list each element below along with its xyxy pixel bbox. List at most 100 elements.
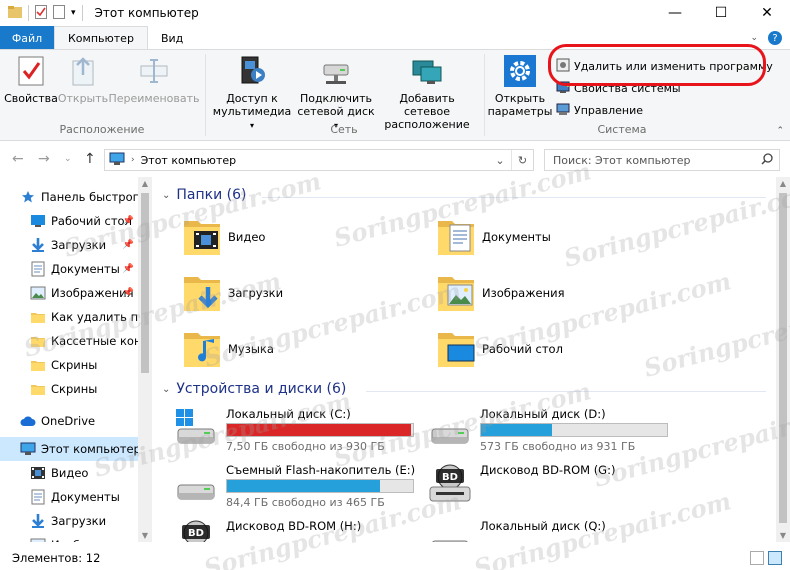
scroll-down-arrow-icon[interactable]: ▼: [138, 531, 152, 540]
customize-quick-access-chevron-icon[interactable]: ▾: [71, 8, 76, 18]
folder-item[interactable]: Загрузки: [182, 271, 283, 315]
sidebar-item[interactable]: Как удалить программу: [0, 305, 138, 329]
drive-item[interactable]: Локальный диск (D:) 573 ГБ свободно из 93…: [428, 407, 668, 453]
drive-free-space: 7,50 ГБ свободно из 930 ГБ: [226, 440, 385, 453]
sidebar-item[interactable]: Изображения: [0, 533, 138, 542]
back-arrow-icon[interactable]: ←: [12, 151, 24, 167]
sidebar-item-label: Скрины: [51, 382, 98, 396]
ribbon-group-network: Доступ к мультимедиа ▾ Подключить сетево…: [206, 50, 482, 140]
bd-rom-icon: BD: [174, 519, 218, 542]
rename-button[interactable]: Переименовать: [108, 54, 200, 105]
drive-usage-bar: [480, 423, 668, 437]
svg-text:BD: BD: [188, 528, 204, 539]
drive-item[interactable]: Локальный диск (C:) 7,50 ГБ свободно из 9…: [174, 407, 414, 453]
refresh-icon[interactable]: ↻: [511, 150, 533, 170]
address-path[interactable]: Этот компьютер: [141, 154, 237, 167]
folder-item[interactable]: Видео: [182, 215, 265, 259]
collapse-chevron-icon[interactable]: ⌄: [162, 384, 170, 395]
scroll-up-arrow-icon[interactable]: ▲: [138, 179, 152, 188]
drive-usage-fill: [481, 424, 552, 436]
search-box[interactable]: Поиск: Этот компьютер: [544, 149, 780, 171]
sidebar-item[interactable]: Рабочий стол 📌: [0, 209, 138, 233]
sidebar-item[interactable]: Документы: [0, 485, 138, 509]
sidebar-item-label: Видео: [51, 466, 89, 480]
sidebar-item[interactable]: Скрины: [0, 353, 138, 377]
sidebar-item[interactable]: Скрины: [0, 377, 138, 401]
folder-item[interactable]: Изображения: [436, 271, 565, 315]
section-divider: [262, 197, 766, 198]
sidebar-item[interactable]: Загрузки: [0, 509, 138, 533]
minimize-button[interactable]: —: [652, 0, 698, 26]
sidebar-item[interactable]: Кассетные конденсаторы: [0, 329, 138, 353]
drive-item[interactable]: Съемный Flash-накопитель (E:) 84,4 ГБ сво…: [174, 463, 415, 509]
ribbon-collapse-chevron-icon[interactable]: ⌃: [776, 126, 784, 136]
open-button[interactable]: Открыть: [58, 54, 108, 105]
maximize-button[interactable]: ☐: [698, 0, 744, 26]
map-network-drive-button[interactable]: Подключить сетевой диск ▾: [296, 54, 376, 132]
manage-label: Управление: [574, 103, 644, 117]
sidebar-item-label: Скрины: [51, 358, 98, 372]
collapse-chevron-icon[interactable]: ⌄: [162, 190, 170, 201]
desktop-icon: [30, 213, 46, 229]
scroll-down-arrow-icon[interactable]: ▼: [776, 531, 790, 540]
navigation-pane-scrollbar[interactable]: ▲ ▼: [138, 177, 152, 542]
toolbar-separator: [81, 5, 83, 21]
folder-item[interactable]: Документы: [436, 215, 551, 259]
recent-locations-chevron-icon[interactable]: ⌄: [64, 154, 72, 164]
devices-section-header[interactable]: ⌄ Устройства и диски (6): [162, 381, 346, 397]
media-access-label-line2: мультимедиа: [212, 105, 292, 118]
ribbon-group-location: Свойства Открыть Переименовать Расположе…: [0, 50, 204, 140]
sidebar-item-this-pc[interactable]: Этот компьютер: [0, 437, 138, 461]
tab-file[interactable]: Файл: [0, 26, 54, 50]
sidebar-item[interactable]: Панель быстрого доступа: [0, 185, 138, 209]
folder-label: Изображения: [482, 286, 565, 300]
drive-usage-bar: [226, 423, 414, 437]
sidebar-item[interactable]: Видео: [0, 461, 138, 485]
sidebar-item[interactable]: Документы 📌: [0, 257, 138, 281]
folders-section-header[interactable]: ⌄ Папки (6): [162, 187, 247, 203]
drive-usage-bar: [226, 479, 414, 493]
scroll-up-arrow-icon[interactable]: ▲: [776, 179, 790, 188]
media-server-icon: [235, 54, 269, 88]
forward-arrow-icon[interactable]: →: [38, 151, 50, 167]
folder-item[interactable]: Рабочий стол: [436, 327, 563, 371]
new-folder-quick-icon[interactable]: [53, 4, 65, 22]
open-settings-button[interactable]: Открыть параметры: [488, 54, 552, 118]
drive-item[interactable]: BD Дисковод BD-ROM (G:): [428, 463, 615, 507]
properties-button[interactable]: Свойства: [4, 54, 58, 105]
drive-name: Локальный диск (Q:): [480, 519, 606, 533]
properties-quick-icon[interactable]: [35, 4, 47, 22]
folder-label: Видео: [228, 230, 266, 244]
content-scrollbar[interactable]: ▲ ▼: [776, 177, 790, 542]
scrollbar-thumb[interactable]: [779, 193, 787, 523]
tiles-view-icon[interactable]: [768, 551, 782, 565]
sidebar-item[interactable]: Изображения 📌: [0, 281, 138, 305]
ribbon-separator: [484, 54, 485, 136]
ribbon-expand-chevron-icon[interactable]: ⌄: [750, 33, 758, 43]
manage-button[interactable]: Управление: [556, 100, 643, 120]
up-arrow-icon[interactable]: ↑: [84, 151, 96, 167]
network-drive-icon: [319, 54, 353, 88]
search-input[interactable]: Поиск: Этот компьютер: [553, 154, 691, 167]
folder-item[interactable]: Музыка: [182, 327, 274, 371]
breadcrumb-separator-icon[interactable]: ›: [131, 155, 135, 165]
sidebar-item[interactable]: Загрузки 📌: [0, 233, 138, 257]
search-icon[interactable]: [761, 152, 773, 168]
close-button[interactable]: ✕: [744, 0, 790, 26]
drive-item[interactable]: Локальный диск (Q:): [428, 519, 606, 542]
address-bar[interactable]: › Этот компьютер ⌄ ↻: [104, 149, 534, 171]
tab-view[interactable]: Вид: [148, 26, 196, 50]
sidebar-item[interactable]: OneDrive: [0, 409, 138, 433]
app-icon: [8, 5, 22, 21]
drive-item[interactable]: BD Дисковод BD-ROM (H:): [174, 519, 361, 542]
documents-folder-icon: [436, 215, 476, 259]
details-view-icon[interactable]: [750, 551, 764, 565]
hard-drive-icon: [174, 463, 218, 507]
scrollbar-thumb[interactable]: [141, 193, 149, 373]
address-history-chevron-icon[interactable]: ⌄: [489, 150, 511, 170]
add-network-location-button[interactable]: Добавить сетевое расположение: [376, 54, 478, 131]
help-icon[interactable]: ?: [768, 31, 782, 45]
tab-computer[interactable]: Компьютер: [54, 26, 148, 50]
media-access-button[interactable]: Доступ к мультимедиа ▾: [210, 54, 294, 132]
pin-icon: 📌: [122, 288, 134, 298]
